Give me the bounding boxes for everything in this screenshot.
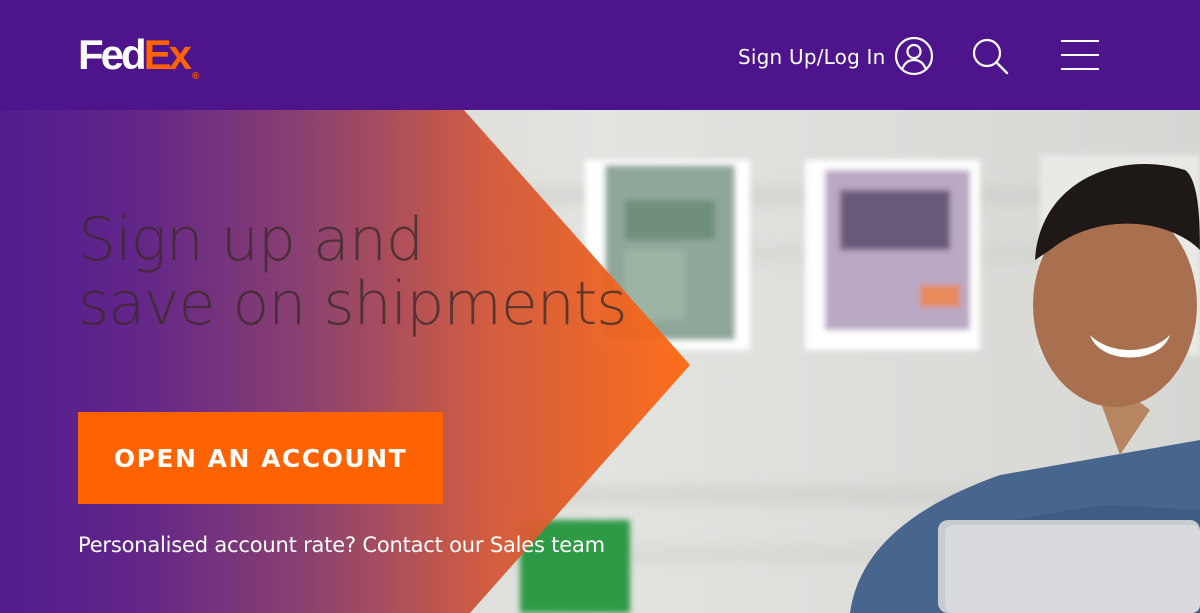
sign-up-login-link[interactable]: Sign Up/Log In <box>738 36 934 76</box>
hero-headline: Sign up and save on shipments <box>78 208 698 336</box>
hamburger-menu-icon[interactable] <box>1060 38 1100 72</box>
fedex-logo[interactable]: FedEx ® <box>78 31 199 83</box>
logo-ex-text: Ex <box>143 31 192 78</box>
contact-sales-link[interactable]: Personalised account rate? Contact our S… <box>78 533 605 557</box>
open-account-button[interactable]: OPEN AN ACCOUNT <box>78 412 443 504</box>
hero-headline-line2: save on shipments <box>78 269 628 339</box>
hero-banner: Sign up and save on shipments OPEN AN AC… <box>0 110 1200 613</box>
top-nav-bar: FedEx ® Sign Up/Log In <box>0 0 1200 110</box>
hero-headline-line1: Sign up and <box>78 205 424 275</box>
search-icon[interactable] <box>970 37 1010 77</box>
sign-up-login-label: Sign Up/Log In <box>738 45 886 69</box>
logo-fed-text: Fed <box>78 31 147 78</box>
user-icon[interactable] <box>894 36 934 76</box>
logo-registered-mark: ® <box>192 71 200 82</box>
